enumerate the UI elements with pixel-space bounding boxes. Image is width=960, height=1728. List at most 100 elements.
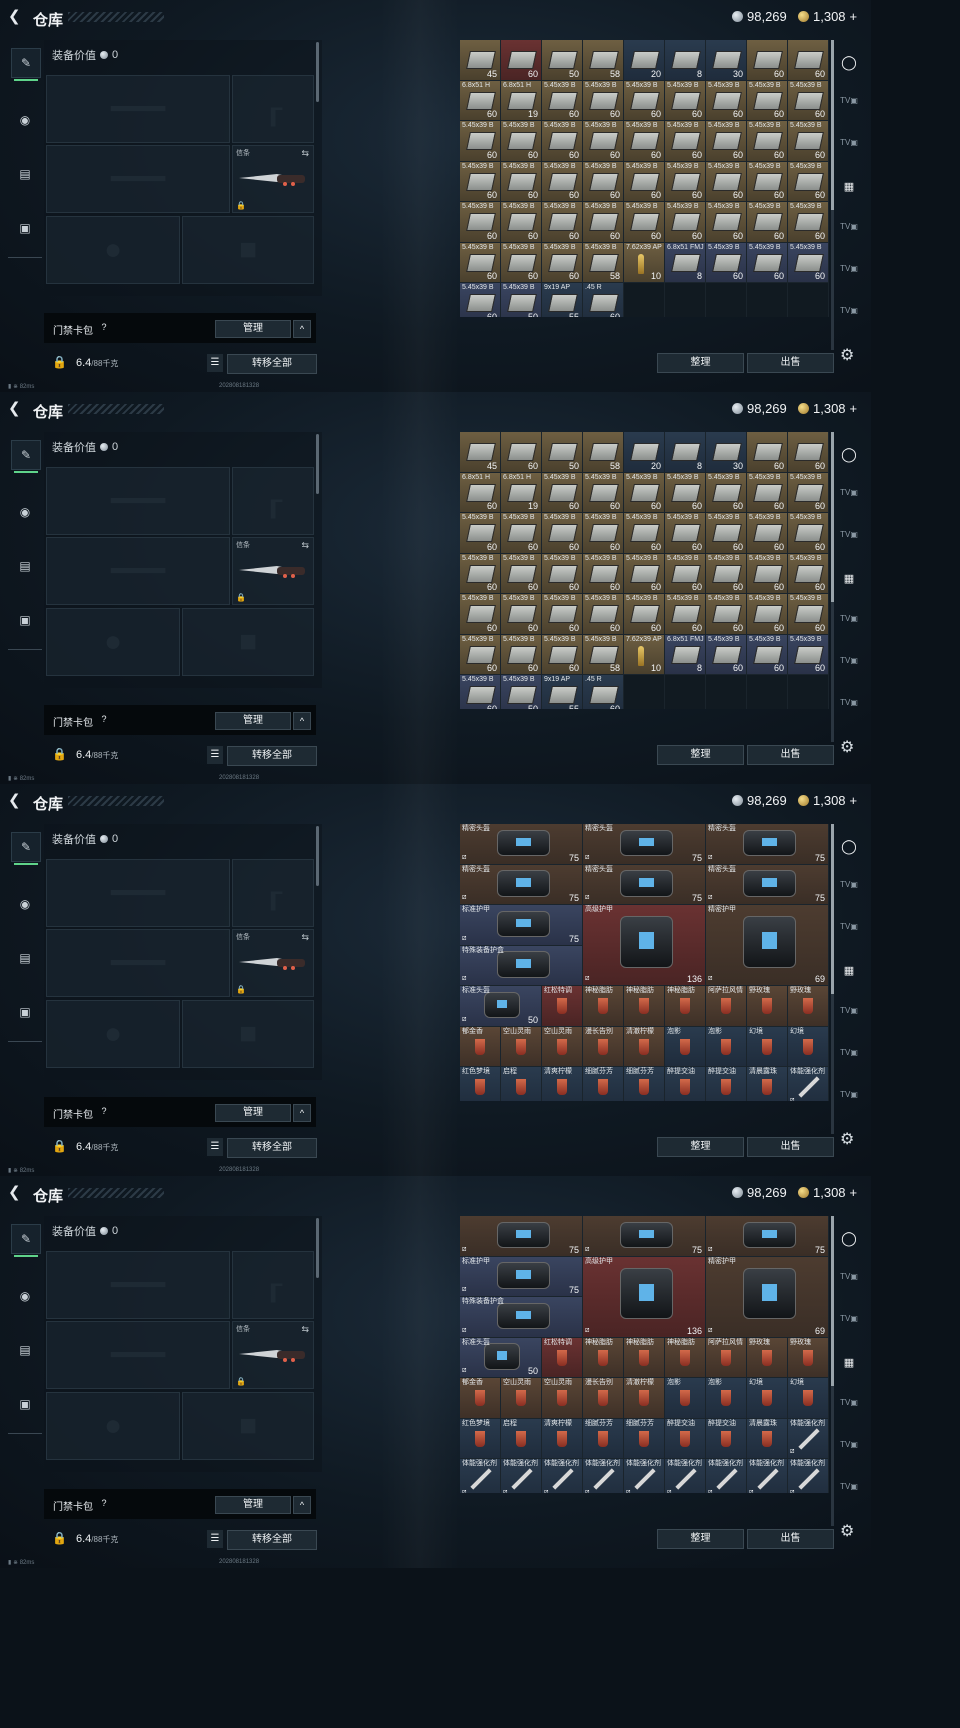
- inventory-item[interactable]: 5.45x39 B 60: [624, 121, 665, 162]
- inventory-item[interactable]: 5.45x39 B 60: [501, 161, 542, 202]
- transfer-all-button[interactable]: 转移全部: [227, 354, 317, 374]
- inventory-item[interactable]: 5.45x39 B 60: [747, 594, 788, 635]
- sort-button[interactable]: 整理: [657, 353, 744, 373]
- inventory-item[interactable]: 5.45x39 B 60: [706, 553, 747, 594]
- inventory-item[interactable]: 5.45x39 B 60: [542, 513, 583, 554]
- inventory-item[interactable]: 5.45x39 B 60: [542, 634, 583, 675]
- inventory-item[interactable]: 5.45x39 B 60: [501, 513, 542, 554]
- inventory-item[interactable]: 泡影: [706, 1026, 747, 1067]
- transfer-all-button[interactable]: 转移全部: [227, 1138, 317, 1158]
- inventory-item[interactable]: 9x19 AP 55: [542, 675, 583, 709]
- manage-button[interactable]: 管理: [215, 320, 291, 338]
- gold-currency[interactable]: 1,308 +: [798, 793, 857, 808]
- primary-weapon-slot[interactable]: ━━━: [46, 1251, 230, 1319]
- inventory-item[interactable]: 6.8x51 FMJ 8: [665, 242, 706, 283]
- back-arrow-icon[interactable]: ❮: [8, 793, 24, 809]
- arch-storage-icon[interactable]: ◯: [839, 446, 859, 468]
- list-icon[interactable]: ☰: [207, 1138, 223, 1156]
- inventory-item[interactable]: 5.45x39 B 60: [583, 121, 624, 162]
- inventory-item[interactable]: 清澈柠檬: [624, 1026, 665, 1067]
- inventory-item[interactable]: 清爽柠檬: [542, 1067, 583, 1101]
- inventory-item[interactable]: 5.45x39 B 60: [542, 121, 583, 162]
- inventory-item[interactable]: 5.45x39 B 60: [460, 121, 501, 162]
- collapse-chevron-icon[interactable]: ^: [293, 1104, 311, 1122]
- inventory-item[interactable]: 神秘脂肪: [583, 1337, 624, 1378]
- armor-slot[interactable]: ■: [182, 1392, 314, 1460]
- inventory-item[interactable]: 精密头盔 ⧄ 75: [583, 864, 706, 905]
- inventory-item[interactable]: 体能强化剂 ⧄: [460, 1459, 501, 1493]
- equipment-scrollbar[interactable]: [316, 826, 319, 886]
- primary-weapon-slot[interactable]: ━━━: [46, 467, 230, 535]
- inventory-item[interactable]: 红松特调: [542, 1337, 583, 1378]
- inventory-item[interactable]: 5.45x39 B 60: [583, 553, 624, 594]
- inventory-item[interactable]: 5.45x39 B 60: [788, 594, 829, 635]
- inventory-item[interactable]: 5.45x39 B 60: [624, 161, 665, 202]
- inventory-item[interactable]: 精密护甲 ⧄ 69: [706, 905, 829, 986]
- inventory-item[interactable]: 幻境: [747, 1026, 788, 1067]
- inventory-item[interactable]: 20: [624, 40, 665, 81]
- inventory-item[interactable]: 红松特调: [542, 986, 583, 1027]
- inventory-item[interactable]: ⧄ 75: [583, 1216, 706, 1257]
- inventory-item[interactable]: 5.45x39 B 50: [501, 675, 542, 709]
- inventory-item[interactable]: 5.45x39 B 60: [460, 283, 501, 317]
- inventory-item[interactable]: 60: [747, 40, 788, 81]
- inventory-item[interactable]: 50: [542, 40, 583, 81]
- help-icon[interactable]: ?: [98, 321, 110, 333]
- weapon-tab-icon[interactable]: ✎: [11, 1224, 41, 1257]
- inventory-item[interactable]: 5.45x39 B 60: [706, 202, 747, 243]
- inventory-item[interactable]: 5.45x39 B 60: [665, 513, 706, 554]
- scrollbar-thumb[interactable]: [831, 824, 834, 994]
- secondary-weapon-slot[interactable]: ━━━: [46, 1321, 230, 1389]
- inventory-item[interactable]: 空山灵雨: [501, 1378, 542, 1419]
- help-icon[interactable]: ?: [98, 713, 110, 725]
- inventory-item[interactable]: 空山灵雨: [501, 1026, 542, 1067]
- inventory-item[interactable]: 5.45x39 B 60: [706, 80, 747, 121]
- inventory-item[interactable]: 5.45x39 B 60: [542, 242, 583, 283]
- inventory-item[interactable]: 5.45x39 B 60: [542, 161, 583, 202]
- inventory-item[interactable]: 5.45x39 B 60: [624, 80, 665, 121]
- inventory-item[interactable]: 5.45x39 B 60: [501, 202, 542, 243]
- inventory-item[interactable]: 野玫瑰: [788, 986, 829, 1027]
- inventory-item[interactable]: 6.8x51 H 60: [460, 472, 501, 513]
- inventory-item[interactable]: 9x19 AP 55: [542, 283, 583, 317]
- inventory-item[interactable]: 5.45x39 B 60: [706, 594, 747, 635]
- helmet-tab-icon[interactable]: ◉: [11, 1282, 39, 1310]
- inventory-item[interactable]: 幻境: [788, 1378, 829, 1419]
- inventory-item[interactable]: 5.45x39 B 60: [542, 553, 583, 594]
- settings-gear-icon[interactable]: ⚙: [840, 1129, 854, 1149]
- pistol-slot[interactable]: ┎: [232, 467, 314, 535]
- weapon-tab-icon[interactable]: ✎: [11, 832, 41, 865]
- inventory-item[interactable]: 5.45x39 B 60: [460, 594, 501, 635]
- inventory-item[interactable]: 7.62x39 AP 10: [624, 242, 665, 283]
- inventory-item[interactable]: 5.45x39 B 60: [747, 634, 788, 675]
- inventory-item[interactable]: 5.45x39 B 60: [501, 634, 542, 675]
- inventory-item[interactable]: 5.45x39 B 60: [747, 553, 788, 594]
- inventory-item[interactable]: 5.45x39 B 50: [501, 283, 542, 317]
- inventory-item[interactable]: 体能强化剂 ⧄: [788, 1418, 829, 1459]
- inventory-item[interactable]: 高级护甲 ⧄ 136: [583, 905, 706, 986]
- inventory-item[interactable]: .45 R 60: [583, 675, 624, 709]
- inventory-item[interactable]: 醉提交油: [665, 1067, 706, 1101]
- equipment-scrollbar[interactable]: [316, 434, 319, 494]
- inventory-item[interactable]: 高级护甲 ⧄ 136: [583, 1256, 706, 1338]
- inventory-item[interactable]: 5.45x39 B 60: [583, 594, 624, 635]
- inventory-item[interactable]: 清晨露珠: [747, 1418, 788, 1459]
- inventory-item[interactable]: 清澈柠檬: [624, 1378, 665, 1419]
- manage-button[interactable]: 管理: [215, 712, 291, 730]
- scrollbar-thumb[interactable]: [831, 1216, 834, 1386]
- tv-storage-icon[interactable]: TV▣: [839, 1006, 859, 1028]
- equipment-scrollbar[interactable]: [316, 1218, 319, 1278]
- armor-slot[interactable]: ■: [182, 608, 314, 676]
- tv-storage-icon[interactable]: TV▣: [839, 922, 859, 944]
- tv-storage-icon[interactable]: TV▣: [839, 1314, 859, 1336]
- briefcase-tab-icon[interactable]: ▣: [11, 214, 39, 242]
- inventory-item[interactable]: 体能强化剂 ⧄: [706, 1459, 747, 1493]
- inventory-item[interactable]: 神秘脂肪: [665, 1337, 706, 1378]
- tv-storage-icon[interactable]: TV▣: [839, 880, 859, 902]
- inventory-item[interactable]: 5.45x39 B 58: [583, 634, 624, 675]
- inventory-item[interactable]: 醉提交油: [706, 1418, 747, 1459]
- swap-icon[interactable]: ⇆: [301, 148, 309, 159]
- inventory-item[interactable]: 神秘脂肪: [583, 986, 624, 1027]
- inventory-item[interactable]: 5.45x39 B 60: [583, 472, 624, 513]
- inventory-item[interactable]: 5.45x39 B 60: [665, 472, 706, 513]
